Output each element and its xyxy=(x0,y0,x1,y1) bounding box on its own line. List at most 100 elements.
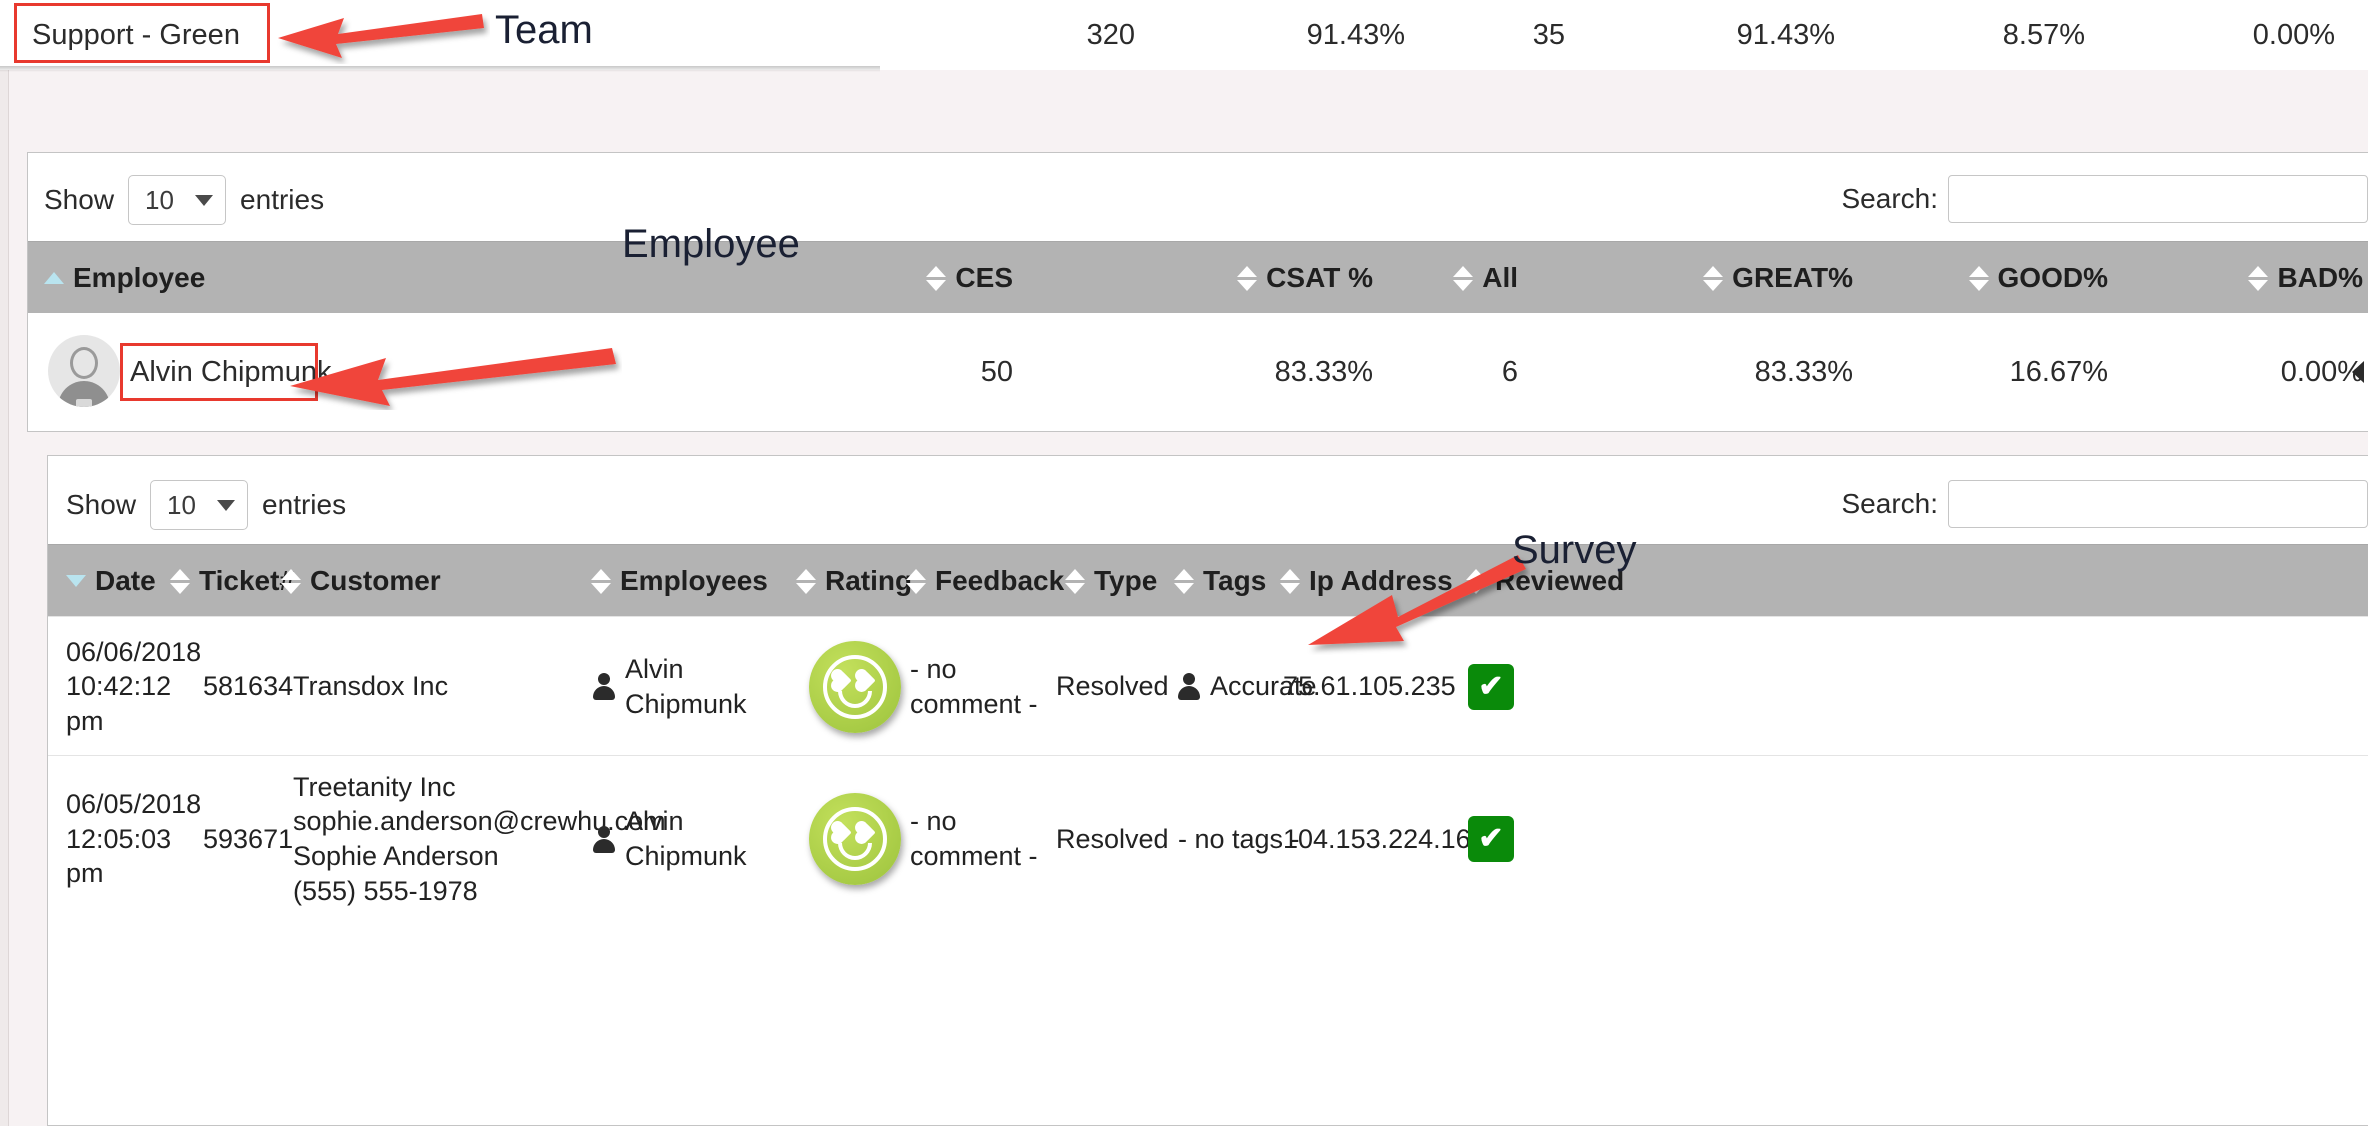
employee-table-panel: Show 10 entries Search: Employee CES CSA… xyxy=(27,152,2368,432)
survey-entries-value: 10 xyxy=(167,489,196,520)
employee-table-row[interactable]: Alvin Chipmunk 50 83.33% 6 83.33% 16.67%… xyxy=(28,313,2368,431)
employee-entries-value: 10 xyxy=(145,184,174,215)
survey-entries-select[interactable]: 10 xyxy=(150,480,249,530)
survey-type: Resolved xyxy=(1056,823,1169,854)
check-icon: ✔ xyxy=(1468,663,1514,710)
survey-type: Resolved xyxy=(1056,671,1169,702)
great-smiley-icon xyxy=(809,793,901,885)
app-page: Support - Green 320 91.43% 35 91.43% 8.5… xyxy=(0,0,2368,1126)
employee-col-all[interactable]: All xyxy=(1368,242,1518,314)
employee-col-bad[interactable]: BAD% xyxy=(2088,242,2363,314)
date-line: 10:42:12 xyxy=(66,671,172,702)
survey-date: 06/05/2018 12:05:03 pm xyxy=(66,756,201,922)
sort-both-icon xyxy=(170,568,190,594)
employee-entries-select[interactable]: 10 xyxy=(128,175,227,225)
column-label: Customer xyxy=(310,565,441,596)
survey-employee-name: Alvin Chipmunk xyxy=(625,653,747,719)
team-csat-value: 91.43% xyxy=(1306,18,1405,51)
date-line: 06/05/2018 xyxy=(66,789,202,820)
survey-col-feedback[interactable]: Feedback xyxy=(906,545,1064,617)
survey-col-rating[interactable]: Rating xyxy=(796,545,912,617)
team-summary-row[interactable]: Support - Green 320 91.43% 35 91.43% 8.5… xyxy=(0,0,2368,70)
employee-col-ces[interactable]: CES xyxy=(878,242,1013,314)
employee-csat-value: 83.33% xyxy=(1274,355,1373,388)
column-label: CES xyxy=(955,262,1013,293)
great-smiley-icon xyxy=(809,640,901,733)
sort-both-icon xyxy=(1453,265,1474,291)
customer-line: Transdox Inc xyxy=(293,671,449,702)
chevron-down-icon xyxy=(217,499,236,511)
employee-bad-value: 0.00% xyxy=(2280,355,2363,388)
employee-col-good[interactable]: GOOD% xyxy=(1818,242,2108,314)
sort-both-icon xyxy=(2248,265,2269,291)
sort-both-icon xyxy=(591,568,611,594)
employee-ces-value: 50 xyxy=(980,355,1013,388)
survey-reviewed[interactable]: ✔ xyxy=(1468,756,1578,922)
employee-search: Search: xyxy=(1842,175,2368,223)
survey-col-tags[interactable]: Tags xyxy=(1174,545,1266,617)
survey-col-type[interactable]: Type xyxy=(1065,545,1157,617)
survey-col-employees[interactable]: Employees xyxy=(591,545,768,617)
survey-col-ip[interactable]: Ip Address xyxy=(1280,545,1453,617)
sort-both-icon xyxy=(1174,568,1194,594)
person-icon xyxy=(593,673,615,700)
employee-entries-label: entries xyxy=(240,184,325,215)
survey-search-input[interactable] xyxy=(1948,480,2368,528)
survey-reviewed[interactable]: ✔ xyxy=(1468,617,1578,756)
column-label: Rating xyxy=(825,565,913,596)
survey-table-controls: Show 10 entries Search: xyxy=(48,456,2368,544)
team-name[interactable]: Support - Green xyxy=(22,0,282,70)
person-icon xyxy=(1178,673,1200,700)
survey-search: Search: xyxy=(1842,480,2368,528)
employee-good-value: 16.67% xyxy=(2009,355,2108,388)
chevron-down-icon xyxy=(195,194,214,206)
employee-table-controls: Show 10 entries Search: xyxy=(28,153,2368,241)
sort-asc-icon xyxy=(44,272,64,284)
column-label: Date xyxy=(95,565,156,596)
employee-show-entries: Show 10 entries xyxy=(44,175,324,225)
sort-both-icon xyxy=(281,568,301,594)
survey-feedback: - no comment - xyxy=(910,617,1055,756)
team-good-value: 8.57% xyxy=(2002,18,2085,51)
date-line: 12:05:03 xyxy=(66,823,172,854)
date-line: pm xyxy=(66,705,104,736)
team-bad-value: 0.00% xyxy=(2252,18,2335,51)
date-line: 06/06/2018 xyxy=(66,636,202,667)
employee-search-input[interactable] xyxy=(1948,175,2368,223)
date-line: pm xyxy=(66,858,104,889)
employee-col-csat[interactable]: CSAT % xyxy=(1128,242,1373,314)
sort-both-icon xyxy=(1280,568,1300,594)
employee-all-value: 6 xyxy=(1501,355,1518,388)
table-row[interactable]: 06/06/2018 10:42:12 pm 581634 Transdox I… xyxy=(48,616,2368,755)
survey-col-customer[interactable]: Customer xyxy=(281,545,441,617)
avatar xyxy=(48,335,120,407)
survey-show-label: Show xyxy=(66,489,137,520)
feedback-line: - no xyxy=(910,653,957,684)
survey-col-ticket[interactable]: Ticket# xyxy=(170,545,295,617)
column-label: Employee xyxy=(73,262,206,293)
employee-name[interactable]: Alvin Chipmunk xyxy=(130,343,331,401)
column-label: Feedback xyxy=(935,565,1065,596)
sort-both-icon xyxy=(1968,265,1989,291)
column-label: Employees xyxy=(620,565,768,596)
survey-date: 06/06/2018 10:42:12 pm xyxy=(66,617,201,756)
sort-desc-icon xyxy=(66,575,86,587)
person-icon xyxy=(593,825,615,853)
survey-table-panel: Show 10 entries Search: Date Ticket# Cus… xyxy=(47,455,2368,1126)
column-label: Type xyxy=(1094,565,1158,596)
table-row[interactable]: 06/05/2018 12:05:03 pm 593671 Treetanity… xyxy=(48,755,2368,921)
top-shadow xyxy=(0,66,880,72)
sort-both-icon xyxy=(906,568,926,594)
survey-show-entries: Show 10 entries xyxy=(66,480,346,530)
employee-col-great[interactable]: GREAT% xyxy=(1508,242,1853,314)
employee-col-employee[interactable]: Employee xyxy=(44,242,205,314)
sort-both-icon xyxy=(1466,568,1486,594)
survey-col-date[interactable]: Date xyxy=(66,545,156,617)
sort-both-icon xyxy=(1237,265,1258,291)
employee-table-header: Employee CES CSAT % All GREAT% GOOD% BAD… xyxy=(28,241,2368,313)
survey-entries-label: entries xyxy=(262,489,347,520)
feedback-line: comment - xyxy=(910,841,1038,871)
chevron-right-icon xyxy=(2352,361,2364,383)
survey-search-label: Search: xyxy=(1841,488,1939,519)
employee-show-label: Show xyxy=(44,184,115,215)
